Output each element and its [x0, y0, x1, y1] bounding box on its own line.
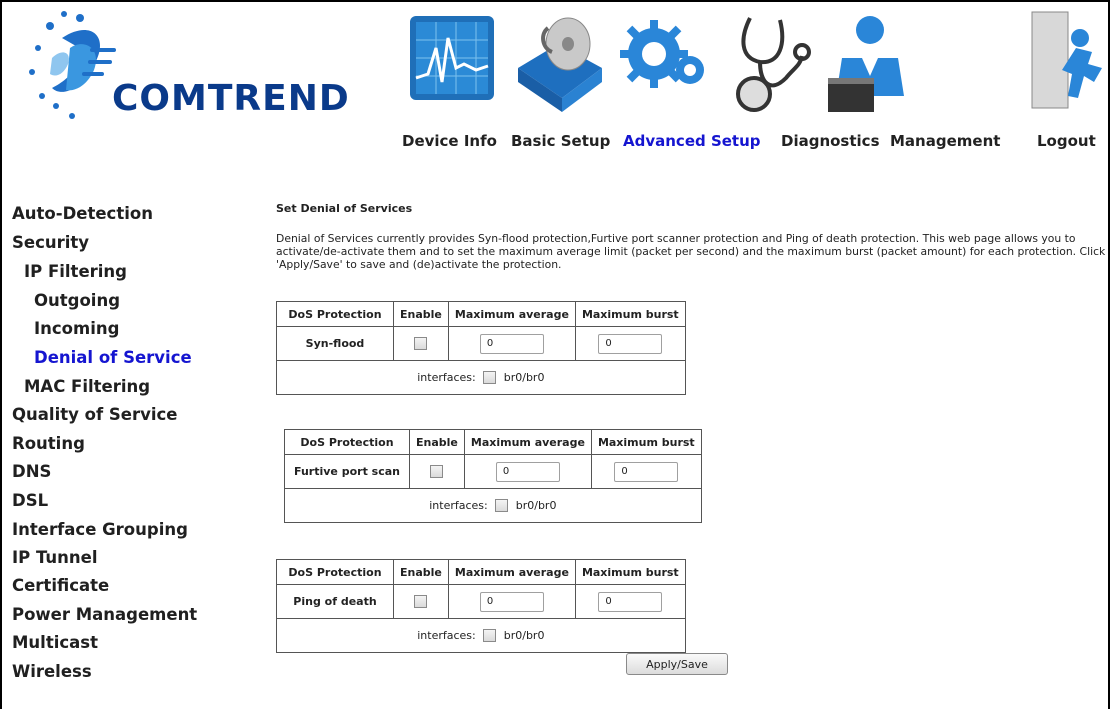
col-dos-protection: DoS Protection [284, 429, 410, 455]
col-dos-protection: DoS Protection [276, 559, 394, 585]
sidebar-item-denial-of-service[interactable]: Denial of Service [34, 348, 192, 367]
col-max-average: Maximum average [447, 301, 576, 327]
exit-icon[interactable] [1022, 8, 1112, 118]
interface-name: br0/br0 [515, 498, 557, 512]
nav-diagnostics[interactable]: Diagnostics [781, 132, 880, 150]
disc-icon[interactable] [512, 8, 606, 118]
col-max-burst: Maximum burst [574, 301, 686, 327]
enable-checkbox[interactable] [414, 337, 428, 351]
page-title: Set Denial of Services [276, 202, 413, 215]
max-burst-input[interactable]: 0 [598, 333, 663, 354]
sidebar-item-ip-tunnel[interactable]: IP Tunnel [12, 548, 98, 567]
sidebar-item-wireless[interactable]: Wireless [12, 662, 92, 681]
interface-name: br0/br0 [503, 628, 545, 642]
enable-checkbox[interactable] [414, 595, 428, 609]
apply-save-button[interactable]: Apply/Save [626, 653, 728, 675]
col-enable: Enable [393, 301, 449, 327]
nav-logout[interactable]: Logout [1037, 132, 1096, 150]
nav-advanced-setup[interactable]: Advanced Setup [623, 132, 761, 150]
nav-device-info[interactable]: Device Info [402, 132, 497, 150]
interfaces-label: interfaces: [417, 370, 476, 384]
sidebar-item-certificate[interactable]: Certificate [12, 576, 109, 595]
col-enable: Enable [393, 559, 449, 585]
row-label: Furtive port scan [284, 454, 410, 489]
max-average-input[interactable]: 0 [479, 591, 544, 612]
sidebar-item-routing[interactable]: Routing [12, 434, 85, 453]
sidebar-item-mac-filtering[interactable]: MAC Filtering [24, 377, 150, 396]
interfaces-label: interfaces: [429, 498, 488, 512]
interface-checkbox[interactable] [483, 371, 497, 385]
chart-icon[interactable] [406, 8, 500, 118]
sidebar-item-security[interactable]: Security [12, 233, 89, 252]
sidebar: Auto-Detection Security IP Filtering Out… [2, 200, 216, 709]
col-max-burst: Maximum burst [574, 559, 686, 585]
max-burst-input[interactable]: 0 [598, 591, 663, 612]
dos-table-ping-of-death: DoS Protection Enable Maximum average Ma… [276, 559, 686, 653]
sidebar-item-auto-detection[interactable]: Auto-Detection [12, 204, 153, 223]
col-max-burst: Maximum burst [590, 429, 702, 455]
dos-table-furtive-port-scan: DoS Protection Enable Maximum average Ma… [284, 429, 702, 523]
gear-icon[interactable] [616, 8, 710, 118]
row-label: Ping of death [276, 584, 394, 619]
sidebar-item-outgoing[interactable]: Outgoing [34, 291, 120, 310]
header: COMTREND Device Info Basic Setup Advance… [2, 2, 1108, 180]
page-description: Denial of Services currently provides Sy… [276, 232, 1106, 271]
max-average-input[interactable]: 0 [495, 461, 560, 482]
sidebar-item-interface-grouping[interactable]: Interface Grouping [12, 520, 188, 539]
sidebar-item-dns[interactable]: DNS [12, 462, 51, 481]
col-max-average: Maximum average [463, 429, 592, 455]
col-max-average: Maximum average [447, 559, 576, 585]
max-average-input[interactable]: 0 [479, 333, 544, 354]
enable-checkbox[interactable] [430, 465, 444, 479]
nav-basic-setup[interactable]: Basic Setup [511, 132, 610, 150]
interface-checkbox[interactable] [495, 499, 509, 513]
max-burst-input[interactable]: 0 [614, 461, 679, 482]
user-icon[interactable] [820, 8, 914, 118]
brand-name: COMTREND [112, 78, 350, 119]
main-content: Set Denial of Services Denial of Service… [216, 186, 1108, 709]
sidebar-item-power-management[interactable]: Power Management [12, 605, 197, 624]
col-dos-protection: DoS Protection [276, 301, 394, 327]
sidebar-item-quality-of-service[interactable]: Quality of Service [12, 405, 177, 424]
nav-management[interactable]: Management [890, 132, 1000, 150]
col-enable: Enable [409, 429, 465, 455]
interface-name: br0/br0 [503, 370, 545, 384]
interfaces-label: interfaces: [417, 628, 476, 642]
stethoscope-icon[interactable] [720, 8, 814, 118]
row-label: Syn-flood [276, 326, 394, 361]
interface-checkbox[interactable] [483, 629, 497, 643]
sidebar-item-incoming[interactable]: Incoming [34, 319, 119, 338]
dos-table-syn-flood: DoS Protection Enable Maximum average Ma… [276, 301, 686, 395]
sidebar-item-multicast[interactable]: Multicast [12, 633, 98, 652]
sidebar-item-dsl[interactable]: DSL [12, 491, 48, 510]
sidebar-item-ip-filtering[interactable]: IP Filtering [24, 262, 127, 281]
